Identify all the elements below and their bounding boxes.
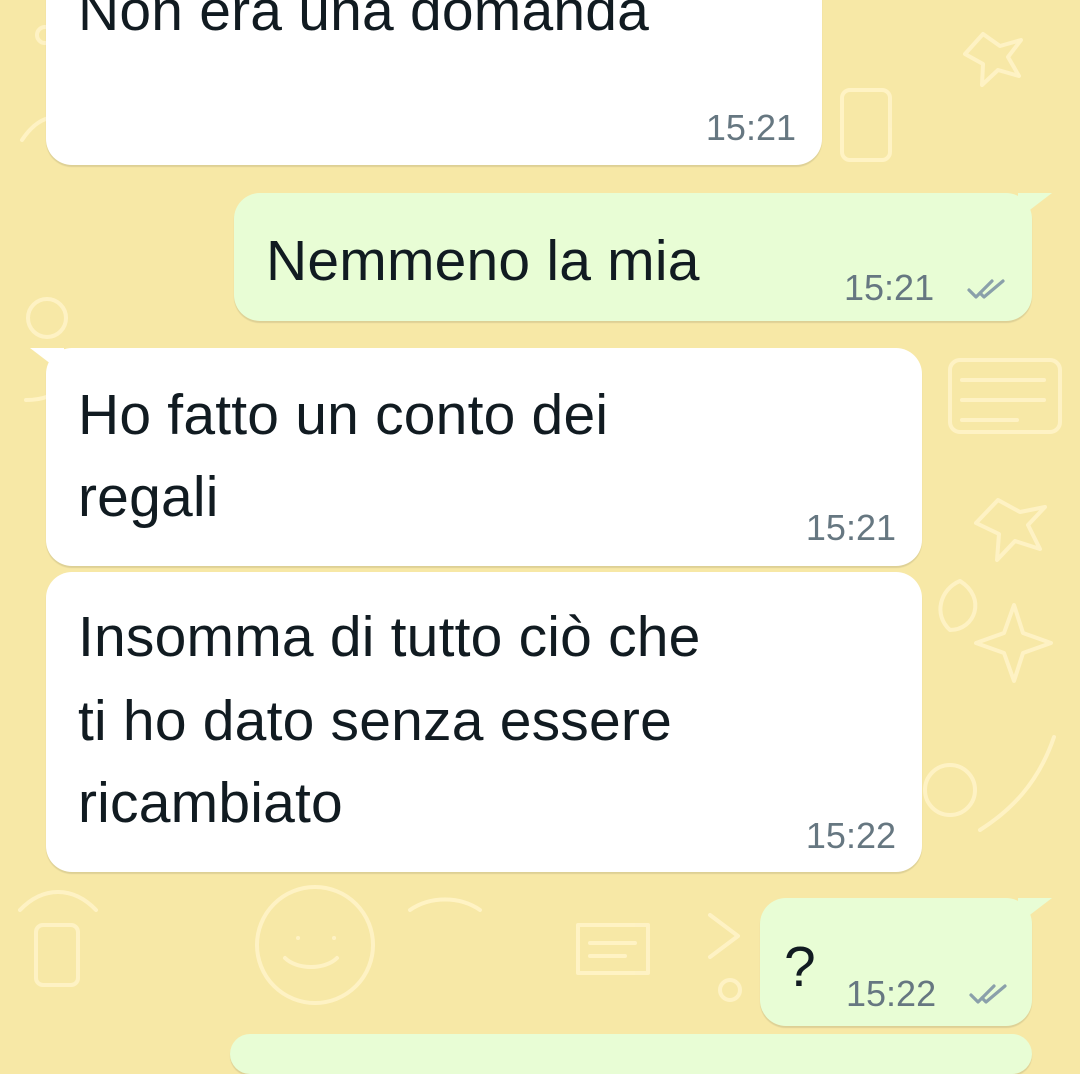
bubble-tail — [30, 348, 64, 374]
bubble-tail — [1018, 193, 1052, 219]
message-time: 15:22 — [805, 815, 896, 856]
double-check-icon — [966, 277, 1006, 303]
message-time: 15:21 — [805, 507, 896, 548]
message-text: regali — [78, 465, 219, 529]
double-check-icon — [968, 982, 1008, 1008]
message-text: Insomma di tutto ciò che — [78, 605, 701, 669]
next-outgoing-message-partial[interactable] — [230, 1034, 1032, 1074]
bubble-tail — [1018, 898, 1052, 924]
message-text: ? — [784, 935, 816, 999]
message-time: 15:22 — [846, 973, 937, 1014]
incoming-message[interactable]: Ho fatto un conto dei regali 15:21 — [46, 348, 922, 566]
message-text: ti ho dato senza essere — [78, 689, 672, 753]
incoming-message[interactable]: Non era una domanda 15:21 — [46, 0, 822, 165]
outgoing-message[interactable]: ? 15:22 — [760, 898, 1032, 1026]
message-text: Ho fatto un conto dei — [78, 383, 609, 447]
incoming-message[interactable]: Insomma di tutto ciò che ti ho dato senz… — [46, 572, 922, 872]
chat-messages[interactable]: Non era una domanda 15:21 Nemmeno la mia… — [0, 0, 1080, 1074]
message-text: Nemmeno la mia — [266, 229, 700, 293]
outgoing-message[interactable]: Nemmeno la mia 15:21 — [234, 193, 1032, 321]
message-time: 15:21 — [844, 267, 935, 308]
message-text: Non era una domanda — [78, 0, 650, 43]
message-time: 15:21 — [705, 107, 796, 148]
message-text: ricambiato — [78, 771, 343, 835]
